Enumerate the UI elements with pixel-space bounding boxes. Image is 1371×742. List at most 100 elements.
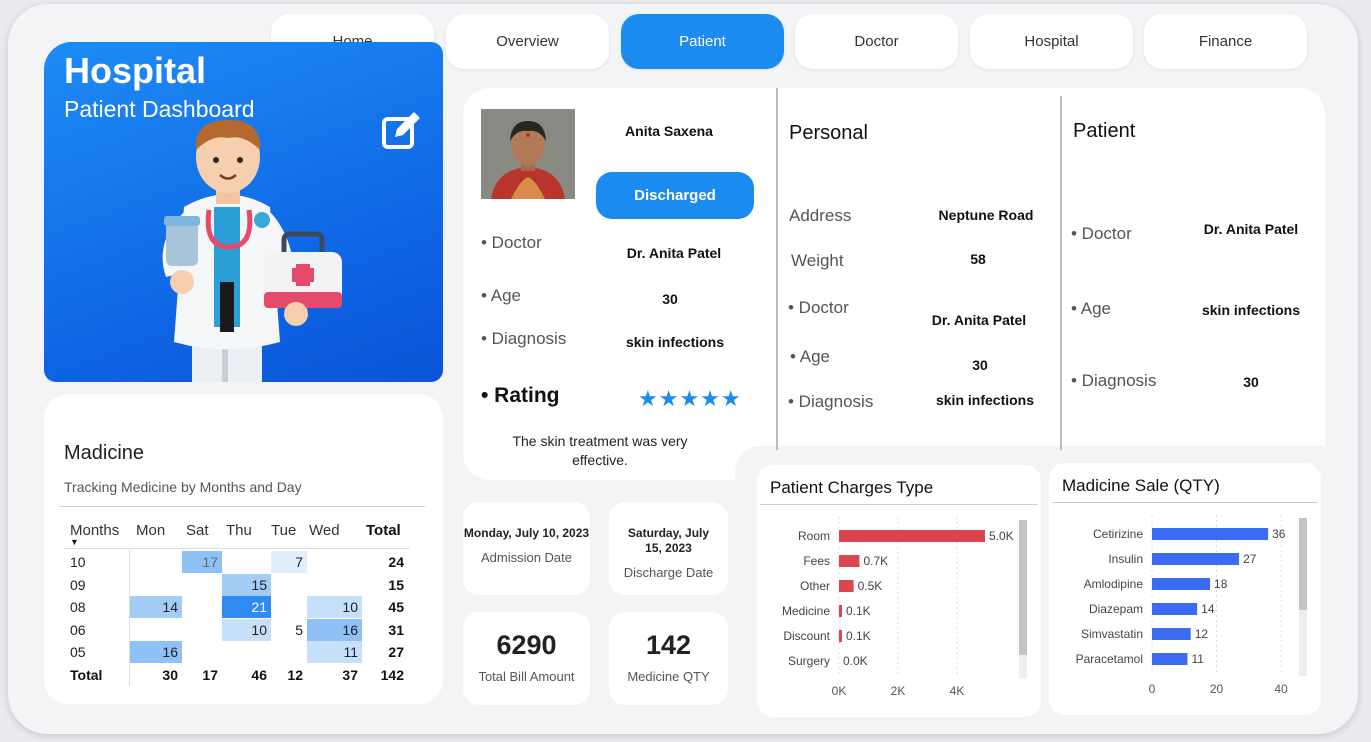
age-value: 30 [972, 357, 988, 373]
diagnosis-label: • Diagnosis [788, 392, 874, 411]
matrix-total-cell: 12 [287, 667, 303, 683]
x-tick-label: 40 [1274, 682, 1288, 696]
address-label: Address [789, 206, 852, 225]
bar [839, 580, 854, 592]
category-label: Insulin [1108, 552, 1143, 566]
medicine-matrix-subtitle: Tracking Medicine by Months and Day [64, 479, 302, 495]
admission-date-label: Admission Date [480, 550, 573, 565]
doctor-label: • Doctor [481, 233, 542, 252]
discharge-date-label: Discharge Date [623, 565, 714, 580]
matrix-row-month: 08 [70, 599, 86, 615]
matrix-row-month: 05 [70, 644, 86, 660]
category-label: Discount [783, 629, 830, 643]
category-label: Amlodipine [1084, 577, 1144, 591]
x-tick-label: 4K [950, 684, 965, 698]
weight-value: 58 [970, 251, 986, 267]
age-label: • Age [790, 347, 830, 366]
data-label: 0.0K [843, 654, 868, 668]
patient-profile-card [463, 88, 1325, 480]
diagnosis-value: skin infections [935, 392, 1035, 408]
matrix-cell: 14 [130, 596, 182, 618]
medicine-sale-chart-title: Madicine Sale (QTY) [1062, 476, 1220, 495]
charges-chart: 0K 2K 4K Room 5.0K Fees 0.7K Other 0.5K Medicine 0… [782, 517, 1027, 698]
matrix-cell: 16 [130, 641, 182, 663]
matrix-header: Tue [271, 522, 297, 539]
address-value: Neptune Road [938, 207, 1034, 223]
diagnosis-value: skin infections [625, 334, 725, 350]
bar [1152, 528, 1269, 540]
matrix-row-total: 45 [388, 599, 404, 615]
doctor-label: • Doctor [788, 298, 849, 317]
divider [60, 506, 425, 507]
matrix-cell: 10 [307, 596, 362, 618]
rating-stars: ★★★★★ [638, 386, 742, 411]
doctor-label: • Doctor [1071, 224, 1132, 243]
matrix-row-month: 10 [70, 554, 86, 570]
weight-label: Weight [791, 251, 844, 270]
patient-title: Patient [1073, 120, 1136, 142]
matrix-row-total: 31 [388, 621, 404, 638]
data-label: 36 [1272, 527, 1286, 541]
matrix-row-month: 09 [70, 576, 86, 593]
matrix-cell: 7 [271, 551, 307, 573]
matrix-total-label: Total [70, 667, 103, 683]
admission-date: Monday, July 10, 2023 [463, 526, 590, 540]
matrix-row-total: 24 [388, 554, 404, 570]
bar [1152, 578, 1211, 590]
medicine-matrix-title: Madicine [64, 442, 145, 464]
matrix-header: Mon [136, 522, 166, 539]
patient-photo [481, 109, 575, 199]
nav-tab-patient[interactable]: Patient [621, 14, 784, 69]
category-label: Cetirizine [1093, 527, 1143, 541]
admission-date-card: Monday, July 10, 2023 Admission Date [463, 502, 590, 595]
matrix-total-cell: 37 [342, 667, 358, 683]
matrix-cell: 5 [295, 621, 303, 638]
nav-tab-overview[interactable]: Overview [446, 14, 609, 69]
matrix-total-cell: 46 [251, 667, 267, 683]
discharge-date-card: Saturday, July 15, 2023 Discharge Date [609, 502, 728, 595]
bar [839, 555, 860, 567]
nav-tab-hospital[interactable]: Hospital [970, 14, 1133, 69]
total-bill-label: Total Bill Amount [478, 669, 575, 684]
status-badge[interactable]: Discharged [596, 172, 754, 219]
data-label: 0.1K [846, 629, 871, 643]
data-label: 12 [1195, 627, 1209, 641]
total-bill-card: 6290 Total Bill Amount [463, 612, 590, 705]
category-label: Diazepam [1089, 602, 1143, 616]
scrollbar-thumb[interactable] [1299, 518, 1307, 610]
matrix-total-cell: 30 [162, 667, 178, 683]
matrix-row-total: 27 [388, 644, 404, 660]
data-label: 27 [1243, 552, 1257, 566]
doctor-value: Dr. Anita Patel [1203, 221, 1299, 237]
nav-tab-doctor[interactable]: Doctor [795, 14, 958, 69]
matrix-total-cell: 17 [202, 667, 218, 683]
diagnosis-label: • Diagnosis [1071, 371, 1157, 390]
sort-desc-icon[interactable]: ▼ [70, 537, 79, 547]
edit-icon[interactable] [381, 110, 423, 152]
data-label: 11 [1191, 652, 1204, 666]
x-tick-label: 20 [1210, 682, 1224, 696]
bar [1152, 553, 1240, 565]
total-bill-value: 6290 [496, 630, 557, 660]
medicine-qty-value: 142 [645, 630, 692, 660]
hero-banner [44, 42, 443, 382]
matrix-cell: 15 [222, 573, 271, 596]
matrix-row-total: 15 [388, 576, 404, 593]
matrix-cell: 10 [222, 618, 271, 641]
category-label: Medicine [782, 604, 830, 618]
matrix-header: Wed [309, 522, 340, 539]
matrix-row-month: 06 [70, 621, 86, 638]
hero-subtitle: Patient Dashboard [64, 96, 255, 122]
patient-name: Anita Saxena [625, 123, 713, 139]
matrix-header: Sat [186, 522, 209, 539]
matrix-header: Thu [226, 522, 252, 539]
matrix-header: Total [366, 522, 401, 539]
scrollbar-thumb[interactable] [1019, 520, 1027, 655]
matrix-grand-total: 142 [380, 667, 404, 683]
x-tick-label: 0 [1149, 682, 1156, 696]
age-label: • Age [1071, 299, 1111, 318]
nav-tab-finance[interactable]: Finance [1144, 14, 1307, 69]
discharge-date: Saturday, July 15, 2023 [627, 526, 710, 555]
bar [839, 605, 842, 617]
charges-chart-title: Patient Charges Type [770, 478, 934, 497]
